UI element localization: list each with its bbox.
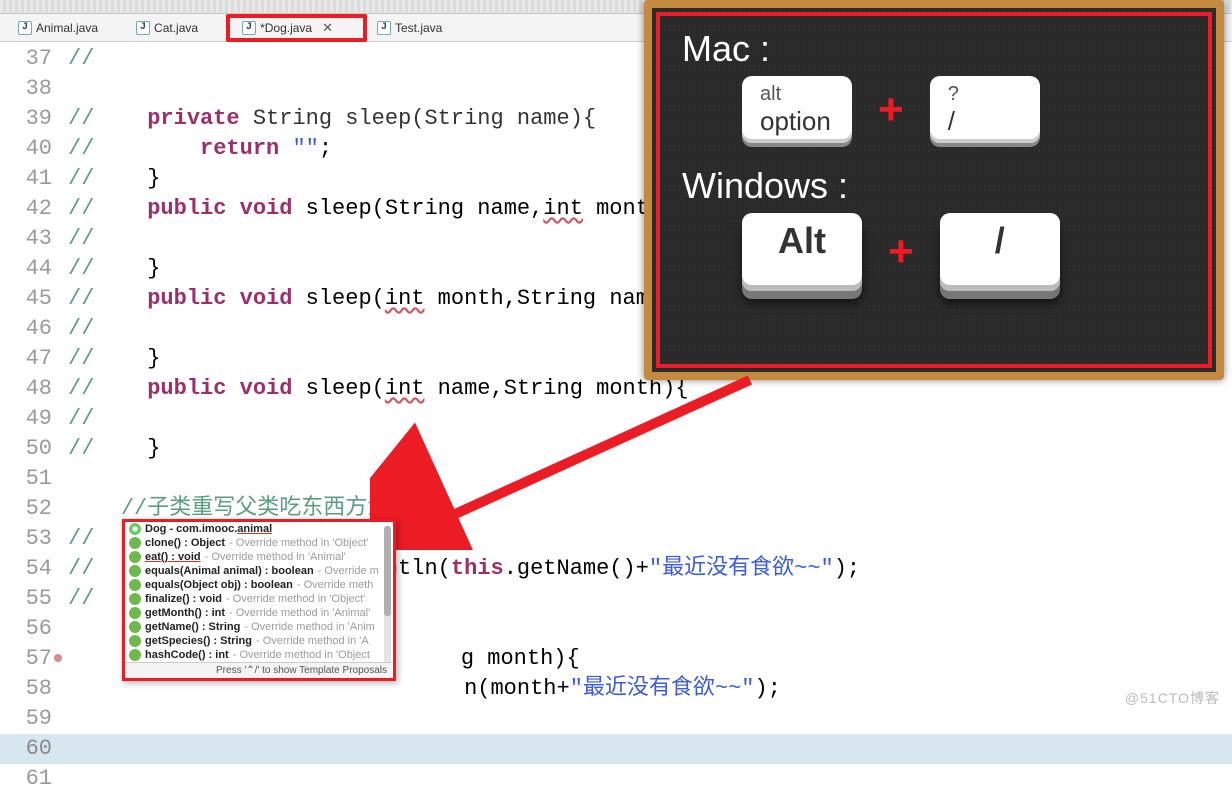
close-icon[interactable]: ✕ [322, 20, 333, 36]
completion-item[interactable]: getSpecies() : String - Override method … [125, 634, 393, 648]
active-tab-highlight: J *Dog.java ✕ [226, 14, 367, 42]
method-icon [129, 551, 141, 563]
windows-label: Windows : [682, 165, 1186, 207]
tab-test[interactable]: J Test.java [367, 19, 452, 37]
key-top-label: ? [948, 82, 959, 106]
key-slash: / [940, 213, 1060, 291]
popup-footer: Press '⌃/' to show Template Proposals [125, 662, 393, 678]
shortcut-overlay: Mac : alt option + ? / Windows : Alt + / [644, 0, 1224, 380]
tab-animal[interactable]: J Animal.java [8, 19, 108, 37]
class-icon [129, 523, 141, 535]
completion-item[interactable]: equals(Object obj) : boolean - Override … [125, 578, 393, 592]
line-number-gutter: 3738394041424344454647484950515253545556… [0, 42, 60, 702]
key-top-label: alt [760, 82, 781, 106]
tab-label: *Dog.java [260, 21, 312, 35]
method-icon [129, 593, 141, 605]
java-file-icon: J [18, 21, 32, 35]
java-file-icon: J [136, 21, 150, 35]
method-icon [129, 579, 141, 591]
key-question-slash: ? / [930, 76, 1040, 143]
completion-item[interactable]: Dog - com.imooc.animal [125, 522, 393, 536]
key-alt: Alt [742, 213, 862, 291]
plus-icon: + [888, 227, 914, 277]
completion-item[interactable]: clone() : Object - Override method in 'O… [125, 536, 393, 550]
method-icon [129, 607, 141, 619]
tab-label: Cat.java [154, 21, 198, 35]
mac-label: Mac : [682, 28, 1186, 70]
key-alt-option: alt option [742, 76, 852, 143]
java-file-icon: J [242, 21, 256, 35]
tab-label: Test.java [395, 21, 442, 35]
completion-item[interactable]: equals(Animal animal) : boolean - Overri… [125, 564, 393, 578]
key-bottom-label: / [948, 106, 955, 137]
completion-item[interactable]: getName() : String - Override method in … [125, 620, 393, 634]
completion-item[interactable]: hashCode() : int - Override method in 'O… [125, 648, 393, 662]
watermark: @51CTO博客 [1125, 688, 1220, 708]
method-icon [129, 649, 141, 661]
method-icon [129, 537, 141, 549]
key-bottom-label: option [760, 106, 831, 137]
plus-icon: + [878, 85, 904, 135]
java-file-icon: J [377, 21, 391, 35]
completion-item[interactable]: finalize() : void - Override method in '… [125, 592, 393, 606]
tab-cat[interactable]: J Cat.java [126, 19, 208, 37]
method-icon [129, 565, 141, 577]
method-icon [129, 635, 141, 647]
tab-label: Animal.java [36, 21, 98, 35]
method-icon [129, 621, 141, 633]
scrollbar-thumb[interactable] [384, 526, 391, 616]
tab-dog[interactable]: J *Dog.java ✕ [232, 18, 343, 38]
code-completion-popup[interactable]: Dog - com.imooc.animalclone() : Object -… [122, 519, 396, 681]
completion-item[interactable]: eat() : void - Override method in 'Anima… [125, 550, 393, 564]
completion-item[interactable]: getMonth() : int - Override method in 'A… [125, 606, 393, 620]
